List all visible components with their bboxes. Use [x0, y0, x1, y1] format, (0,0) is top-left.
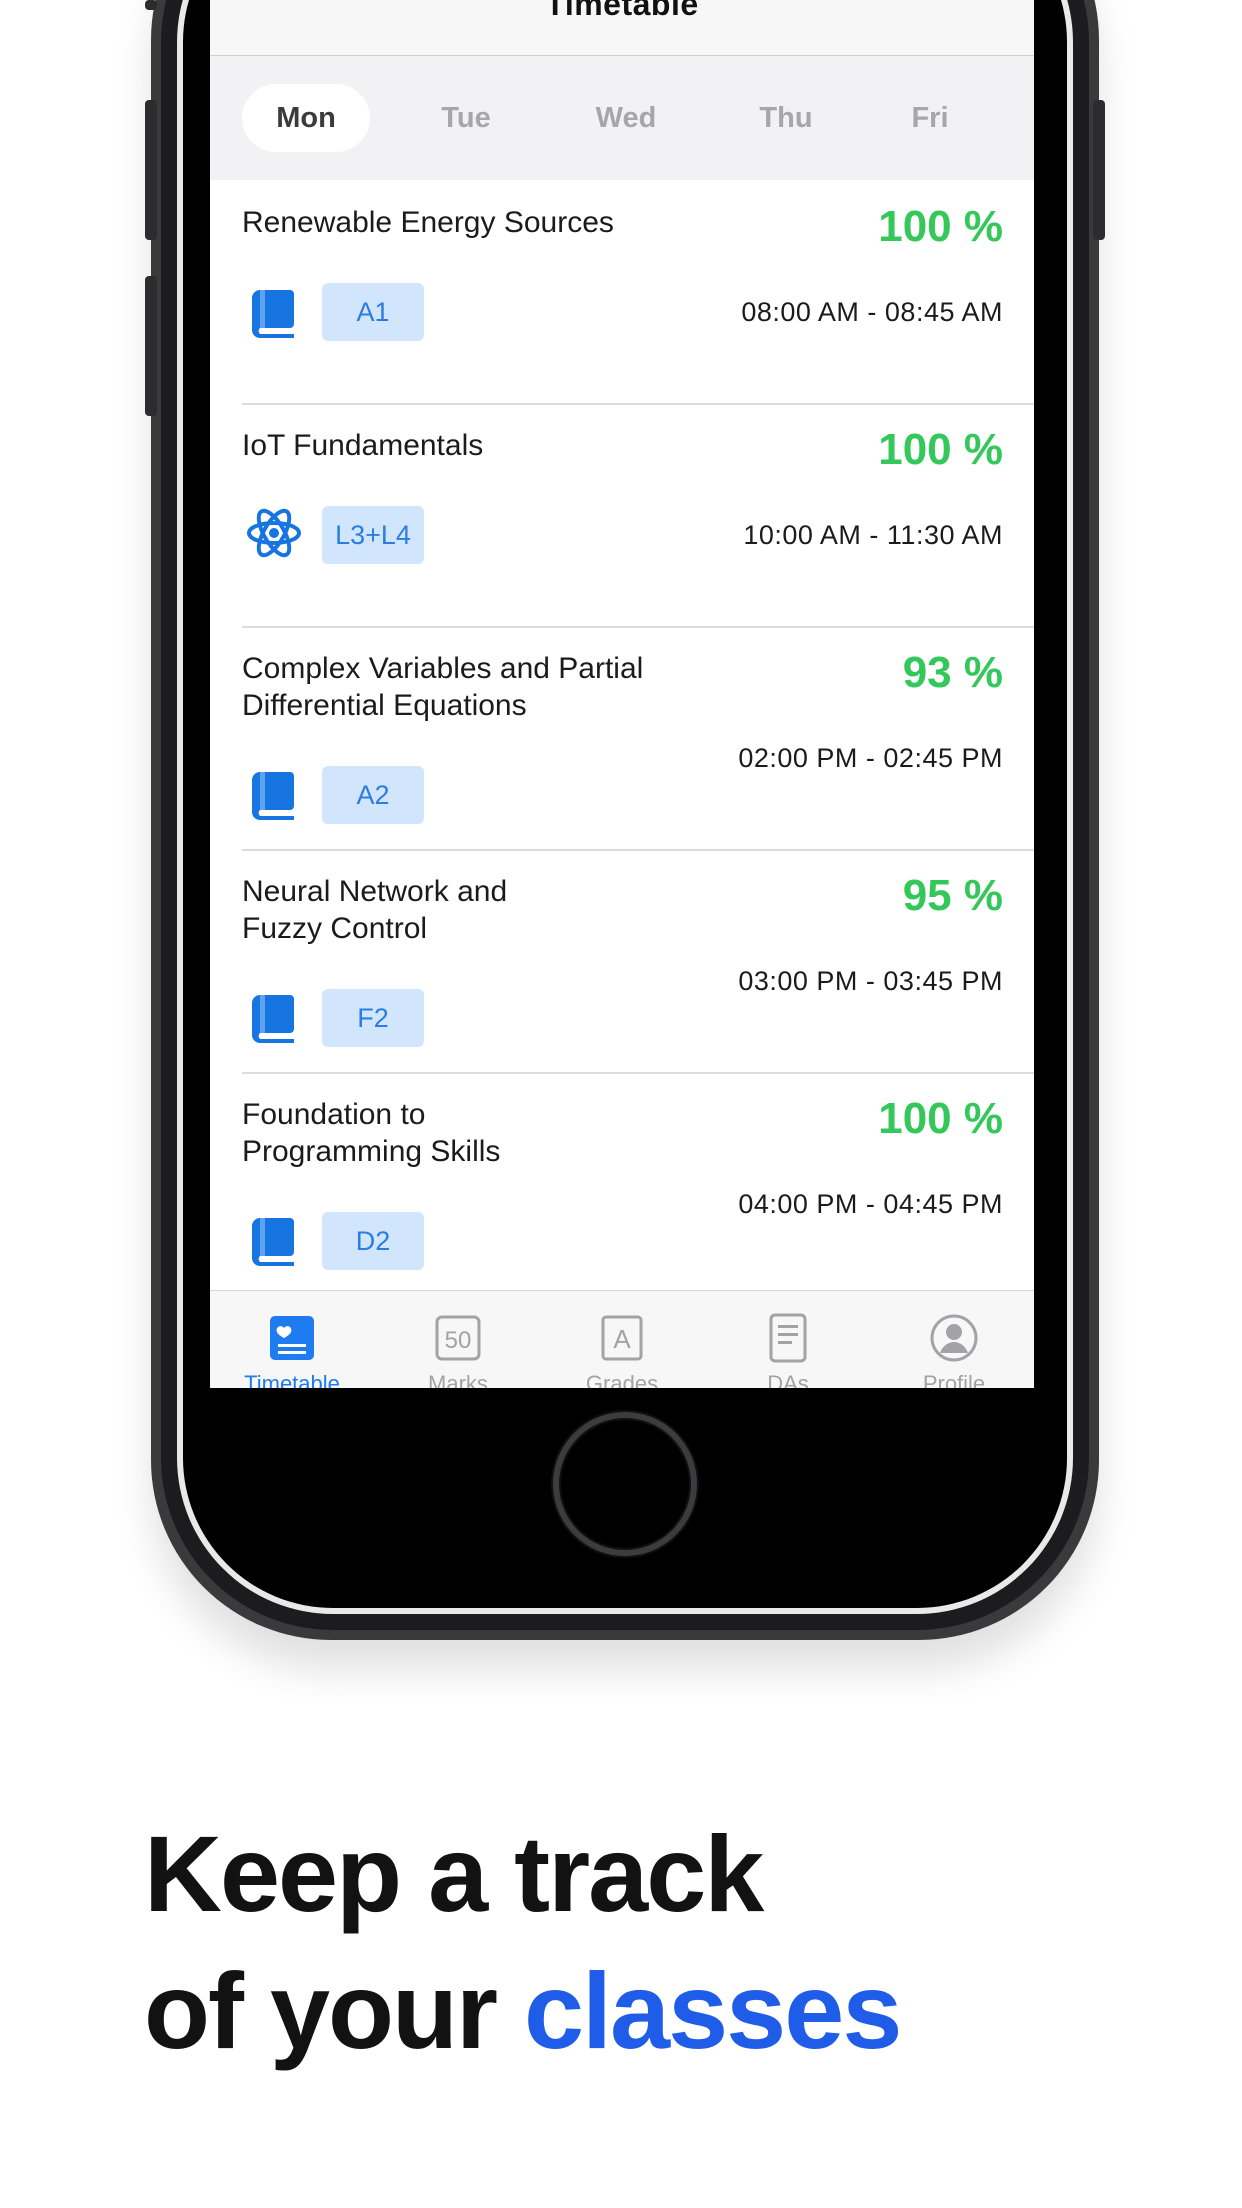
headline-line-2: of your classes	[144, 1942, 902, 2079]
class-time: 08:00 AM - 08:45 AM	[741, 297, 1003, 327]
profile-icon	[930, 1314, 978, 1362]
attendance-percent: 100 %	[878, 202, 1003, 251]
class-time: 03:00 PM - 03:45 PM	[738, 966, 1003, 996]
book-icon	[252, 772, 294, 820]
page-title: Timetable	[545, 0, 699, 22]
attendance-percent: 100 %	[878, 425, 1003, 474]
day-tab-wed[interactable]: Wed	[562, 84, 690, 152]
tab-label: Grades	[585, 1371, 659, 1388]
app-screen: Timetable Mon Tue Wed Thu Fri Renewable …	[210, 0, 1034, 1388]
class-row[interactable]: Neural Network and Fuzzy Control 95 % 03…	[242, 851, 1034, 1074]
course-name: Renewable Energy Sources	[242, 206, 614, 239]
day-selector: Mon Tue Wed Thu Fri	[210, 56, 1034, 180]
class-row[interactable]: Foundation to Programming Skills 100 % 0…	[242, 1074, 1034, 1297]
book-icon	[252, 1218, 294, 1266]
tab-grades[interactable]: A Grades	[540, 1291, 704, 1388]
volume-down-button	[145, 276, 157, 416]
course-name: Foundation to Programming Skills	[242, 1098, 501, 1168]
class-row[interactable]: Renewable Energy Sources 100 % 08:00 AM …	[242, 182, 1034, 405]
day-tab-thu[interactable]: Thu	[722, 84, 850, 152]
class-time: 02:00 PM - 02:45 PM	[738, 743, 1003, 773]
book-icon	[252, 290, 294, 338]
class-row[interactable]: IoT Fundamentals 100 % 10:00 AM - 11:30 …	[242, 405, 1034, 628]
headline: Keep a track of your classes	[144, 1805, 902, 2079]
headline-line-1: Keep a track	[144, 1813, 764, 1934]
grades-icon-text: A	[613, 1324, 631, 1354]
mute-switch	[145, 0, 157, 10]
slot-badge: F2	[322, 989, 424, 1047]
day-tab-tue[interactable]: Tue	[402, 84, 530, 152]
navigation-bar: Timetable	[210, 0, 1034, 56]
tab-profile[interactable]: Profile	[872, 1291, 1034, 1388]
document-icon	[769, 1313, 807, 1363]
class-time: 04:00 PM - 04:45 PM	[738, 1189, 1003, 1219]
slot-badge: L3+L4	[322, 506, 424, 564]
marks-50-icon: 50	[435, 1315, 481, 1361]
tab-label: Timetable	[244, 1371, 340, 1388]
book-icon	[252, 995, 294, 1043]
tab-timetable[interactable]: Timetable	[210, 1291, 374, 1388]
course-name: IoT Fundamentals	[242, 429, 484, 462]
class-time: 10:00 AM - 11:30 AM	[743, 520, 1003, 550]
attendance-percent: 100 %	[878, 1094, 1003, 1143]
course-name: Complex Variables and Partial Differenti…	[242, 652, 644, 722]
grade-a-icon: A	[601, 1315, 643, 1361]
headline-line-2-prefix: of your	[144, 1950, 524, 2071]
headline-accent-word: classes	[523, 1950, 902, 2071]
calendar-heart-icon	[270, 1316, 314, 1360]
atom-icon	[247, 508, 301, 558]
class-row[interactable]: Complex Variables and Partial Differenti…	[242, 628, 1034, 851]
tab-label: DAs	[767, 1371, 809, 1388]
marks-icon-text: 50	[445, 1327, 472, 1354]
slot-badge: A2	[322, 766, 424, 824]
attendance-percent: 95 %	[902, 871, 1003, 920]
slot-badge: A1	[322, 283, 424, 341]
tab-bar: Timetable 50 Marks A Grades DAs Profile	[210, 1290, 1034, 1388]
tab-das[interactable]: DAs	[706, 1291, 870, 1388]
tab-label: Profile	[922, 1371, 986, 1388]
attendance-percent: 93 %	[902, 648, 1003, 697]
home-button[interactable]	[553, 1412, 697, 1556]
volume-up-button	[145, 100, 157, 240]
slot-badge: D2	[322, 1212, 424, 1270]
course-name: Neural Network and Fuzzy Control	[242, 875, 508, 945]
day-tab-mon[interactable]: Mon	[242, 84, 370, 152]
tab-marks[interactable]: 50 Marks	[376, 1291, 540, 1388]
power-button	[1093, 100, 1105, 240]
day-tab-fri[interactable]: Fri	[866, 84, 994, 152]
tab-label: Marks	[428, 1371, 488, 1388]
